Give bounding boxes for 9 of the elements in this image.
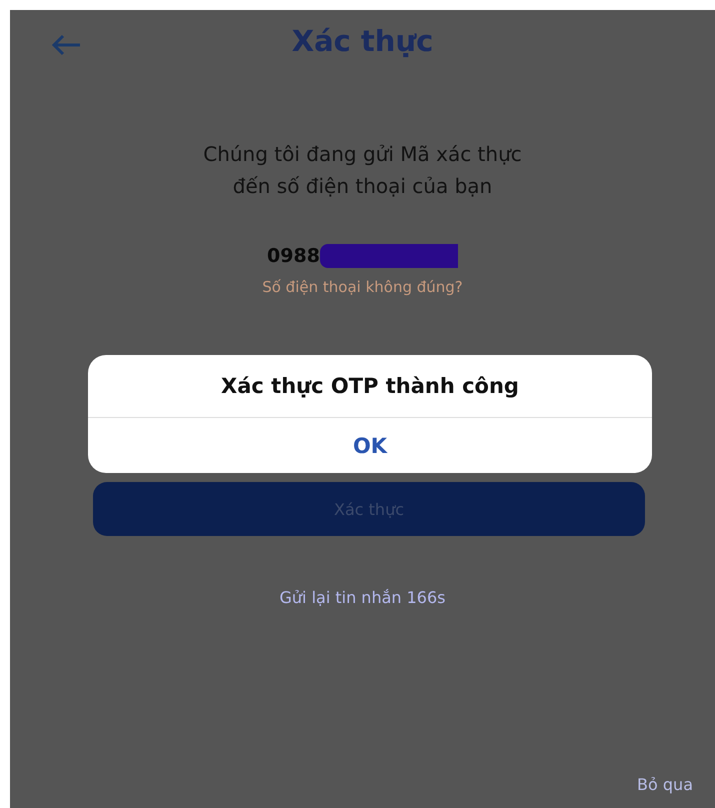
phone-number: 0988 xyxy=(267,245,320,267)
screen-title: Xác thực xyxy=(292,24,434,58)
ok-button[interactable]: OK xyxy=(88,418,652,473)
wrong-number-link[interactable]: Số điện thoại không đúng? xyxy=(262,278,463,296)
skip-link[interactable]: Bỏ qua xyxy=(637,775,693,794)
instruction-text: Chúng tôi đang gửi Mã xác thực đến số điện thoại của bạn xyxy=(202,141,523,200)
resend-timer-text: Gửi lại tin nhắn 166s xyxy=(280,588,446,607)
dialog-message: Xác thực OTP thành công xyxy=(88,355,652,418)
back-arrow-icon[interactable] xyxy=(50,33,82,57)
